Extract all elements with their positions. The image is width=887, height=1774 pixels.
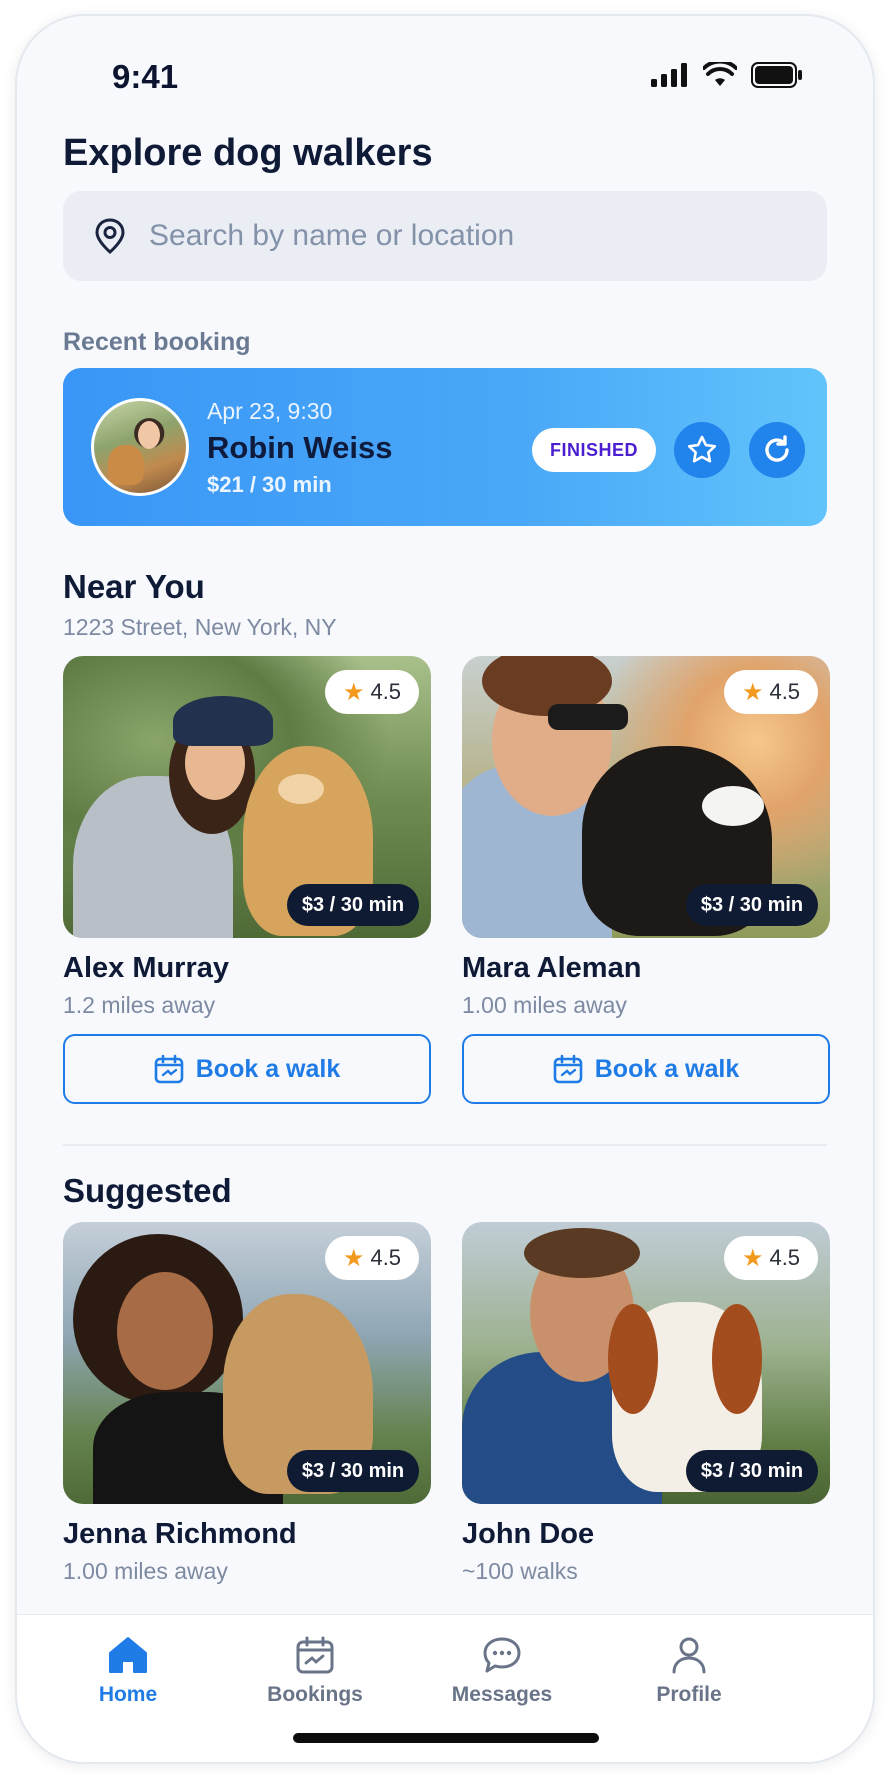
calendar-icon bbox=[154, 1054, 184, 1084]
near-you-address: 1223 Street, New York, NY bbox=[63, 614, 337, 640]
rating-badge: ★ 4.5 bbox=[325, 670, 419, 714]
suggested-title: Suggested bbox=[63, 1172, 232, 1209]
walker-name: John Doe bbox=[462, 1518, 595, 1550]
booking-date: Apr 23, 9:30 bbox=[207, 398, 333, 424]
walker-photo: ★ 4.5 $3 / 30 min bbox=[63, 656, 431, 938]
star-icon: ★ bbox=[741, 1244, 764, 1272]
walker-name: Mara Aleman bbox=[462, 952, 642, 984]
walker-name: Jenna Richmond bbox=[63, 1518, 297, 1550]
tab-messages[interactable]: Messages bbox=[427, 1635, 577, 1707]
section-divider bbox=[63, 1144, 827, 1146]
walker-card-mara-aleman[interactable]: ★ 4.5 $3 / 30 min Mara Aleman 1.00 miles… bbox=[462, 656, 830, 1104]
walker-distance: 1.2 miles away bbox=[63, 992, 216, 1018]
rate-button[interactable] bbox=[674, 422, 730, 478]
book-walk-label: Book a walk bbox=[195, 1054, 341, 1083]
calendar-icon bbox=[296, 1636, 334, 1674]
battery-icon bbox=[751, 62, 802, 88]
tab-profile[interactable]: Profile bbox=[614, 1635, 764, 1707]
status-time: 9:41 bbox=[112, 58, 179, 95]
bottom-tab-bar: Home Bookings Messages Profile bbox=[17, 1614, 873, 1762]
walker-card-alex-murray[interactable]: ★ 4.5 $3 / 30 min Alex Murray 1.2 miles … bbox=[63, 656, 431, 1104]
tab-messages-label: Messages bbox=[451, 1683, 553, 1706]
rating-badge: ★ 4.5 bbox=[724, 670, 818, 714]
tab-home-label: Home bbox=[98, 1683, 158, 1706]
user-icon bbox=[672, 1637, 706, 1674]
star-icon bbox=[687, 435, 717, 463]
booking-walker-name: Robin Weiss bbox=[207, 430, 393, 465]
phone-screen: 9:41 Explore dog walkers Search by name … bbox=[15, 14, 875, 1764]
walker-card-jenna-richmond[interactable]: ★ 4.5 $3 / 30 min Jenna Richmond 1.00 mi… bbox=[63, 1222, 431, 1584]
status-icons bbox=[651, 62, 803, 88]
rating-badge: ★ 4.5 bbox=[325, 1236, 419, 1280]
price-badge: $3 / 30 min bbox=[686, 1450, 818, 1492]
walker-card-john-doe[interactable]: ★ 4.5 $3 / 30 min John Doe ~100 walks bbox=[462, 1222, 830, 1584]
tab-bookings-label: Bookings bbox=[267, 1683, 363, 1706]
book-walk-label: Book a walk bbox=[594, 1054, 740, 1083]
rating-value: 4.5 bbox=[370, 1245, 402, 1270]
tab-bookings[interactable]: Bookings bbox=[240, 1635, 390, 1707]
rating-badge: ★ 4.5 bbox=[724, 1236, 818, 1280]
tab-profile-label: Profile bbox=[656, 1683, 722, 1706]
walker-name: Alex Murray bbox=[63, 952, 230, 984]
status-badge: FINISHED bbox=[532, 428, 656, 472]
home-icon bbox=[109, 1637, 147, 1673]
price-badge: $3 / 30 min bbox=[686, 884, 818, 926]
chat-icon bbox=[483, 1637, 521, 1673]
search-placeholder: Search by name or location bbox=[149, 219, 515, 252]
wifi-icon bbox=[703, 62, 737, 86]
star-icon: ★ bbox=[342, 678, 365, 706]
star-icon: ★ bbox=[342, 1244, 365, 1272]
rebook-button[interactable] bbox=[749, 422, 805, 478]
calendar-icon bbox=[553, 1054, 583, 1084]
book-walk-button[interactable]: Book a walk bbox=[462, 1034, 830, 1104]
page-title: Explore dog walkers bbox=[63, 132, 433, 174]
refresh-icon bbox=[765, 435, 789, 462]
rating-value: 4.5 bbox=[769, 679, 801, 704]
location-pin-icon bbox=[95, 218, 125, 254]
star-icon: ★ bbox=[741, 678, 764, 706]
price-badge: $3 / 30 min bbox=[287, 884, 419, 926]
rating-value: 4.5 bbox=[370, 679, 402, 704]
walker-photo: ★ 4.5 $3 / 30 min bbox=[63, 1222, 431, 1504]
search-input[interactable]: Search by name or location bbox=[63, 191, 827, 281]
rating-value: 4.5 bbox=[769, 1245, 801, 1270]
recent-booking-card[interactable]: Apr 23, 9:30 Robin Weiss $21 / 30 min FI… bbox=[63, 368, 827, 526]
price-badge: $3 / 30 min bbox=[287, 1450, 419, 1492]
book-walk-button[interactable]: Book a walk bbox=[63, 1034, 431, 1104]
recent-booking-label: Recent booking bbox=[63, 328, 251, 356]
tab-home[interactable]: Home bbox=[53, 1635, 203, 1707]
walker-distance: 1.00 miles away bbox=[63, 1558, 228, 1584]
walker-photo: ★ 4.5 $3 / 30 min bbox=[462, 656, 830, 938]
walker-distance: ~100 walks bbox=[462, 1558, 578, 1584]
near-you-title: Near You bbox=[63, 568, 205, 605]
avatar bbox=[91, 398, 189, 496]
walker-photo: ★ 4.5 $3 / 30 min bbox=[462, 1222, 830, 1504]
booking-price: $21 / 30 min bbox=[207, 472, 332, 497]
home-indicator[interactable] bbox=[293, 1733, 599, 1743]
walker-distance: 1.00 miles away bbox=[462, 992, 627, 1018]
status-bar: 9:41 bbox=[17, 16, 873, 106]
signal-icon bbox=[651, 63, 687, 87]
